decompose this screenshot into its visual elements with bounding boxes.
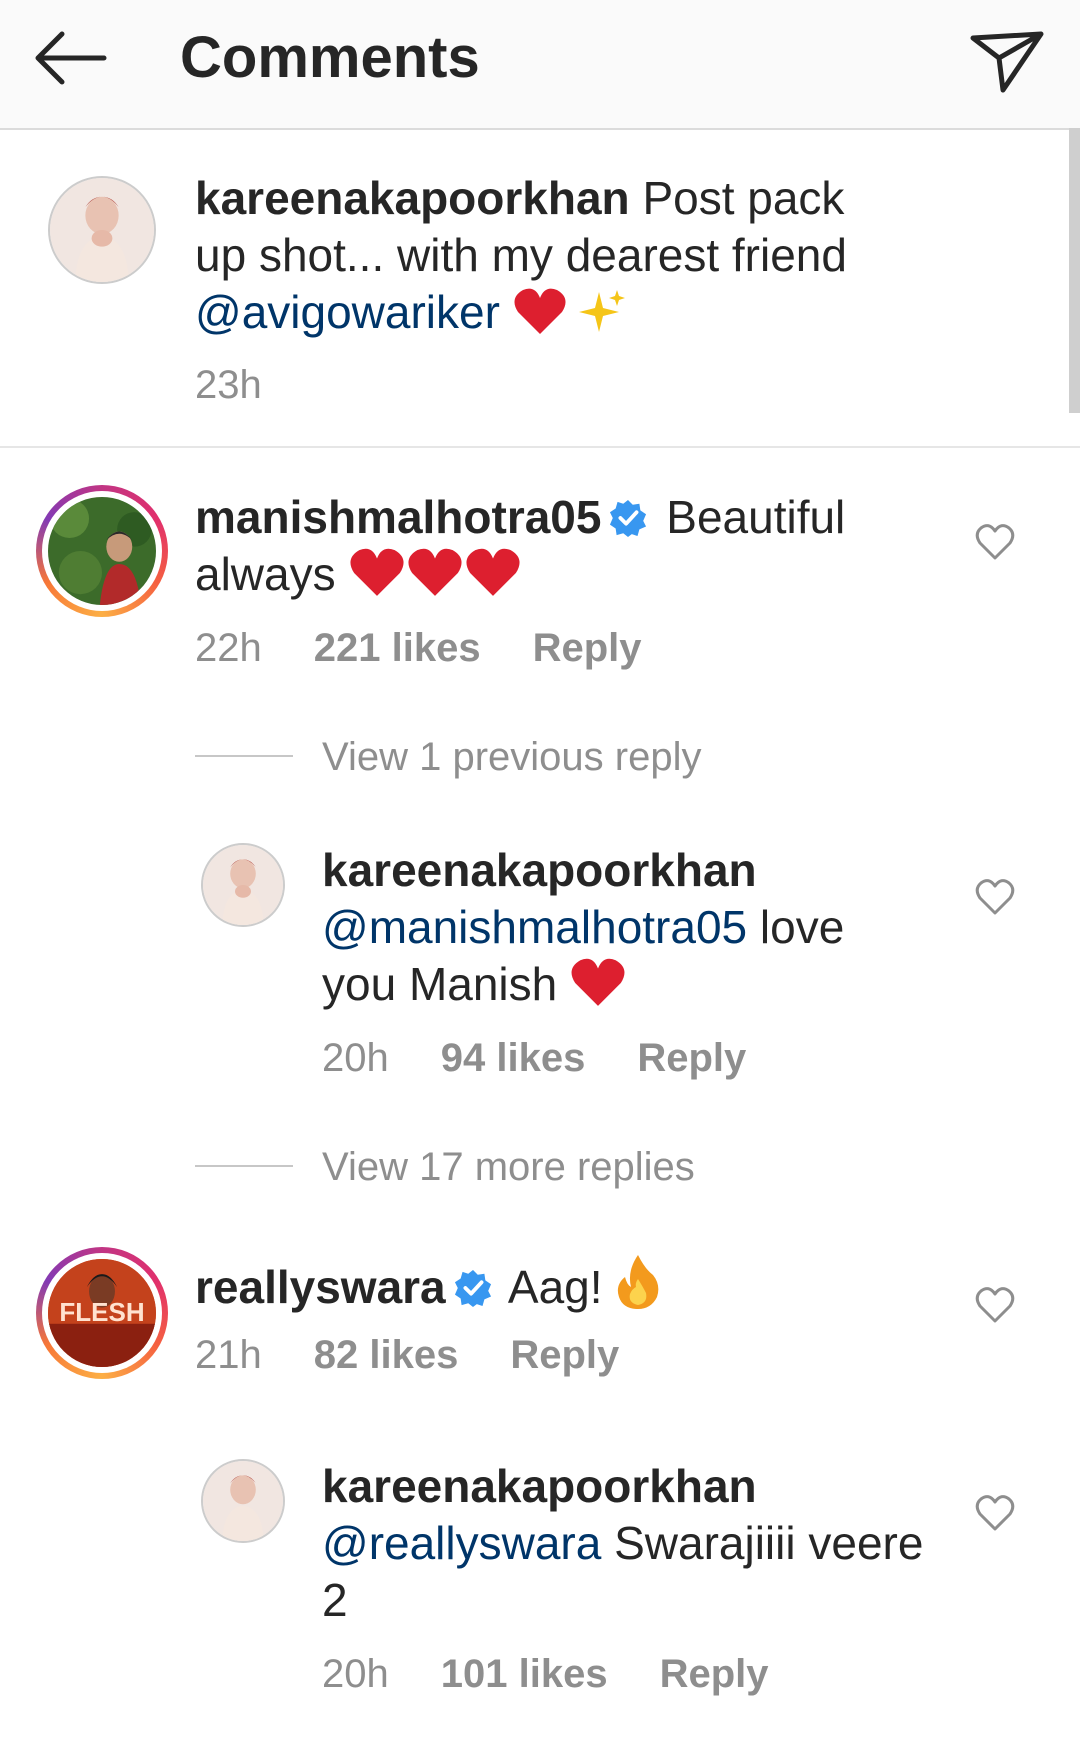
caption-text: kareenakapoorkhan Post pack up shot... w… — [195, 170, 1015, 341]
comment-text-part: Swarajiiii veere — [614, 1517, 924, 1569]
caption-meta: 23h — [195, 360, 314, 410]
likes-count[interactable]: 221 likes — [314, 626, 481, 670]
comment-text: reallyswara Aag! — [195, 1253, 955, 1316]
comment-username[interactable]: kareenakapoorkhan — [322, 1460, 757, 1512]
share-button[interactable] — [965, 18, 1049, 102]
caption-text-part: up shot... with my dearest friend — [195, 229, 847, 281]
comment-mention[interactable]: @reallyswara — [322, 1517, 601, 1569]
back-button[interactable] — [30, 26, 110, 90]
like-button[interactable] — [975, 877, 1015, 917]
view-replies-link[interactable]: View 1 previous reply — [322, 732, 701, 782]
timestamp: 22h — [195, 626, 262, 670]
scrollbar[interactable] — [1069, 128, 1080, 413]
avatar-poster-text: FLESH — [59, 1297, 145, 1327]
arrow-left-icon — [35, 31, 107, 85]
like-button[interactable] — [975, 1493, 1015, 1533]
avatar[interactable]: ellipse cx="50" cy="58" rx="10" ry="8" f… — [201, 1459, 285, 1543]
comment-text: kareenakapoorkhan @reallyswara Swarajiii… — [322, 1458, 962, 1629]
likes-count[interactable]: 82 likes — [314, 1333, 459, 1377]
timestamp: 23h — [195, 363, 262, 407]
heart-outline-icon — [975, 1287, 1015, 1323]
child-photo-icon — [50, 178, 154, 282]
comment-text-part: Aag! — [507, 1261, 603, 1313]
man-photo-icon — [48, 497, 156, 605]
view-replies-link[interactable]: View 17 more replies — [322, 1142, 695, 1192]
like-button[interactable] — [975, 522, 1015, 562]
likes-count[interactable]: 94 likes — [441, 1036, 586, 1080]
comment-mention[interactable]: @manishmalhotra05 — [322, 901, 747, 953]
child-photo-icon: ellipse cx="50" cy="58" rx="10" ry="8" f… — [203, 1461, 283, 1541]
red-heart-emoji — [571, 958, 625, 1006]
like-button[interactable] — [975, 1285, 1015, 1325]
caption-mention[interactable]: @avigowariker — [195, 286, 500, 338]
comment-meta: 20h 101 likes Reply — [322, 1649, 821, 1699]
avatar: FLESH — [48, 1259, 156, 1367]
verified-badge-icon — [610, 499, 647, 537]
comment-text-part: always — [195, 548, 336, 600]
heart-outline-icon — [975, 524, 1015, 560]
caption-text-part: Post pack — [642, 172, 845, 224]
likes-count[interactable]: 101 likes — [441, 1652, 608, 1696]
story-ring[interactable] — [36, 485, 168, 617]
comment-text-part: you Manish — [322, 958, 558, 1010]
reply-button[interactable]: Reply — [660, 1652, 769, 1696]
view-replies-line — [195, 755, 293, 757]
comment-text: manishmalhotra05 Beautiful always — [195, 489, 955, 603]
page-title: Comments — [180, 25, 480, 90]
comment-username[interactable]: reallyswara — [195, 1261, 446, 1313]
sparkles-emoji — [579, 290, 626, 332]
avatar[interactable] — [48, 176, 156, 284]
comment-text-part: 2 — [322, 1574, 348, 1626]
timestamp: 20h — [322, 1652, 389, 1696]
divider — [0, 446, 1080, 448]
avatar[interactable] — [201, 843, 285, 927]
comment-username[interactable]: manishmalhotra05 — [195, 491, 601, 543]
heart-outline-icon — [975, 1495, 1015, 1531]
red-heart-emoji — [466, 548, 520, 596]
fire-emoji — [618, 1255, 659, 1309]
comment-text: kareenakapoorkhan @manishmalhotra05 love… — [322, 842, 962, 1013]
timestamp: 21h — [195, 1333, 262, 1377]
comment-username[interactable]: kareenakapoorkhan — [322, 844, 757, 896]
header-bar: Comments — [0, 0, 1080, 130]
paper-plane-icon — [970, 31, 1044, 93]
red-heart-emoji — [514, 288, 566, 334]
comment-meta: 20h 94 likes Reply — [322, 1033, 798, 1083]
comment-meta: 22h 221 likes Reply — [195, 623, 694, 673]
reply-button[interactable]: Reply — [510, 1333, 619, 1377]
story-ring[interactable]: FLESH — [36, 1247, 168, 1379]
reply-button[interactable]: Reply — [637, 1036, 746, 1080]
red-heart-emoji — [408, 548, 462, 596]
comment-text-part: love — [759, 901, 845, 953]
view-replies-line — [195, 1165, 293, 1167]
child-photo-icon — [203, 845, 283, 925]
reply-button[interactable]: Reply — [533, 626, 642, 670]
timestamp: 20h — [322, 1036, 389, 1080]
red-heart-emoji — [350, 548, 404, 596]
avatar — [48, 497, 156, 605]
comment-meta: 21h 82 likes Reply — [195, 1330, 671, 1380]
caption-username[interactable]: kareenakapoorkhan — [195, 172, 630, 224]
comment-text-part: Beautiful — [666, 491, 846, 543]
verified-badge-icon — [454, 1269, 491, 1307]
heart-outline-icon — [975, 879, 1015, 915]
